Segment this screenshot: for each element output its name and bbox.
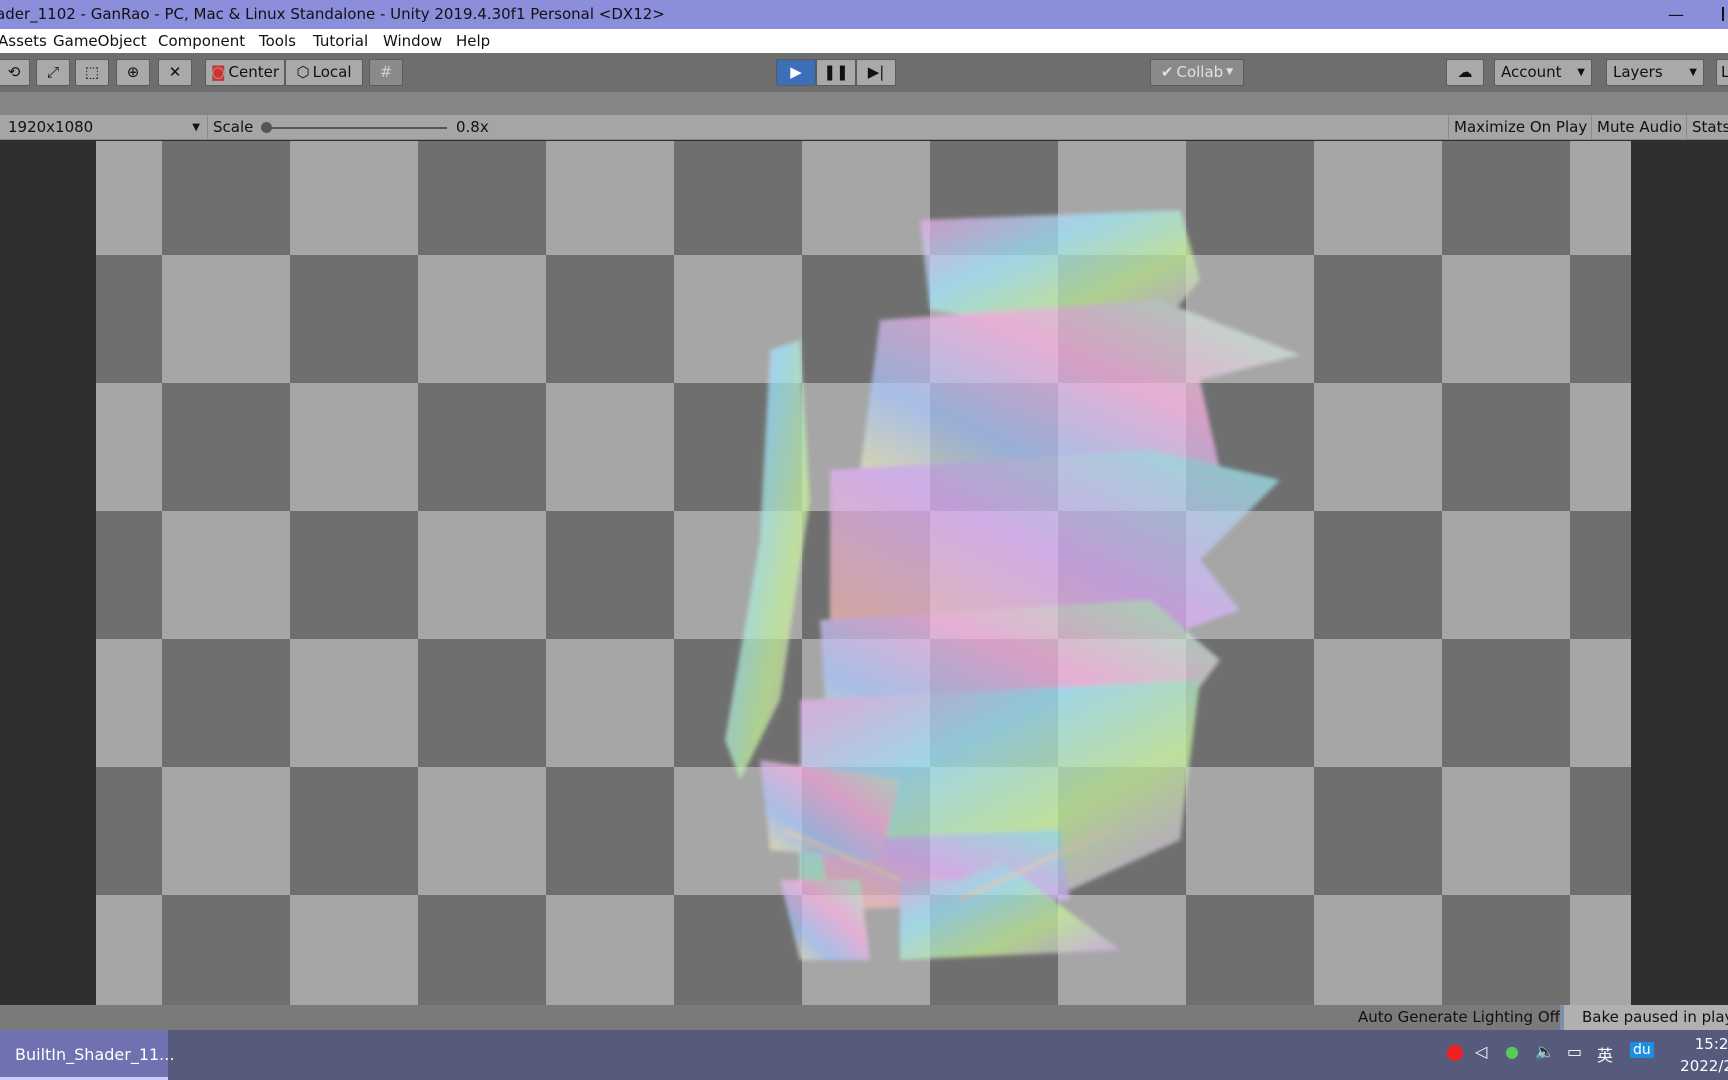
menu-window[interactable]: Window xyxy=(383,29,442,53)
unity-icon[interactable]: ◁ xyxy=(1475,1042,1487,1061)
snap-button[interactable]: # xyxy=(369,59,403,86)
mute-audio-toggle[interactable]: Mute Audio xyxy=(1591,115,1687,140)
maximize-button[interactable] xyxy=(1722,7,1728,21)
character-render xyxy=(725,210,1300,960)
ime-indicator[interactable]: 英 xyxy=(1597,1042,1613,1066)
transform-tool-button[interactable]: ⊕ xyxy=(116,59,150,86)
step-icon: ▶| xyxy=(867,63,885,81)
layout-label: L xyxy=(1721,63,1728,81)
maximize-on-play-toggle[interactable]: Maximize On Play xyxy=(1448,115,1592,140)
volume-icon[interactable]: 🔈 xyxy=(1535,1042,1555,1061)
cloud-button[interactable]: ☁ xyxy=(1446,59,1484,86)
scale-slider-track[interactable] xyxy=(265,127,447,129)
pivot-center-button[interactable]: ◙ Center xyxy=(205,59,285,86)
game-view-toolbar: 1920x1080 ▼ Scale 0.8x Maximize On Play M… xyxy=(0,115,1728,140)
play-button[interactable]: ▶ xyxy=(776,59,816,86)
menu-assets[interactable]: Assets xyxy=(0,29,47,53)
chevron-down-icon: ▼ xyxy=(1689,67,1697,78)
pause-icon: ❚❚ xyxy=(823,63,849,81)
custom-tool-button[interactable]: ✕ xyxy=(158,59,192,86)
layers-dropdown[interactable]: Layers ▼ xyxy=(1606,59,1704,86)
game-view[interactable] xyxy=(0,140,1728,1005)
account-label: Account xyxy=(1501,63,1562,81)
tools-icon: ✕ xyxy=(168,63,182,81)
menu-help[interactable]: Help xyxy=(456,29,490,53)
cloud-icon: ☁ xyxy=(1457,63,1473,81)
transform-icon: ⊕ xyxy=(126,63,140,81)
baidu-icon[interactable]: du xyxy=(1630,1042,1654,1058)
scale-slider-handle[interactable] xyxy=(261,122,272,133)
play-icon: ▶ xyxy=(790,63,802,81)
resolution-label: 1920x1080 xyxy=(8,118,94,136)
lighting-status: Auto Generate Lighting Off xyxy=(1358,1008,1560,1026)
scale-label: Scale xyxy=(207,115,258,140)
date: 2022/2/ xyxy=(1680,1057,1728,1075)
rotate-icon: ⟲ xyxy=(7,63,21,81)
layers-label: Layers xyxy=(1613,63,1663,81)
minimize-button[interactable]: — xyxy=(1668,0,1684,29)
stats-toggle[interactable]: Stats xyxy=(1686,115,1728,140)
menu-bar: Assets GameObject Component Tools Tutori… xyxy=(0,29,1728,53)
menu-tools[interactable]: Tools xyxy=(259,29,296,53)
character-part xyxy=(725,340,810,780)
menu-component[interactable]: Component xyxy=(158,29,245,53)
battery-icon[interactable]: ▭ xyxy=(1567,1042,1582,1061)
menu-gameobject[interactable]: GameObject xyxy=(53,29,147,53)
status-bar: Auto Generate Lighting Off Bake paused i… xyxy=(0,1005,1728,1030)
character-part xyxy=(780,880,870,960)
scale-icon: ⤢ xyxy=(46,63,59,81)
scale-tool-button[interactable]: ⤢ xyxy=(36,59,70,86)
account-dropdown[interactable]: Account ▼ xyxy=(1494,59,1592,86)
chevron-down-icon: ▼ xyxy=(192,122,200,133)
local-label: Local xyxy=(312,63,352,81)
chevron-down-icon: ▼ xyxy=(1577,67,1585,78)
layout-dropdown[interactable]: L xyxy=(1716,59,1728,86)
check-icon: ✔ xyxy=(1160,63,1174,81)
collab-label: Collab xyxy=(1176,63,1224,81)
center-icon: ◙ xyxy=(210,63,226,81)
title-bar: ader_1102 - GanRao - PC, Mac & Linux Sta… xyxy=(0,0,1728,29)
window-title: ader_1102 - GanRao - PC, Mac & Linux Sta… xyxy=(0,5,665,23)
center-label: Center xyxy=(228,63,280,81)
snap-icon: # xyxy=(379,63,393,81)
pause-button[interactable]: ❚❚ xyxy=(816,59,856,86)
tab-strip xyxy=(0,92,1728,115)
main-toolbar: ⟲ ⤢ ⬚ ⊕ ✕ ◙ Center ⬡ Local # ▶ ❚❚ ▶| ✔ Coll… xyxy=(0,53,1728,92)
rect-icon: ⬚ xyxy=(84,63,100,81)
taskbar: BuiltIn_Shader_11... ⬤ ◁ ● 🔈 ▭ 英 du 15:2… xyxy=(0,1030,1728,1080)
wechat-icon[interactable]: ● xyxy=(1505,1042,1519,1061)
resolution-dropdown[interactable]: 1920x1080 ▼ xyxy=(3,115,205,140)
collab-button[interactable]: ✔ Collab ▼ xyxy=(1150,59,1244,86)
rotate-tool-button[interactable]: ⟲ xyxy=(0,59,30,86)
pivot-local-button[interactable]: ⬡ Local xyxy=(285,59,363,86)
rect-tool-button[interactable]: ⬚ xyxy=(75,59,109,86)
step-button[interactable]: ▶| xyxy=(856,59,896,86)
record-icon[interactable]: ⬤ xyxy=(1446,1042,1464,1061)
time: 15:26 xyxy=(1694,1035,1728,1053)
taskbar-item-unity[interactable]: BuiltIn_Shader_11... xyxy=(0,1030,174,1080)
local-icon: ⬡ xyxy=(296,63,310,81)
bake-status[interactable]: Bake paused in play xyxy=(1560,1005,1728,1030)
clock[interactable]: 15:26 2022/2/ xyxy=(1668,1033,1728,1077)
scale-value: 0.8x xyxy=(456,118,489,136)
menu-tutorial[interactable]: Tutorial xyxy=(313,29,368,53)
